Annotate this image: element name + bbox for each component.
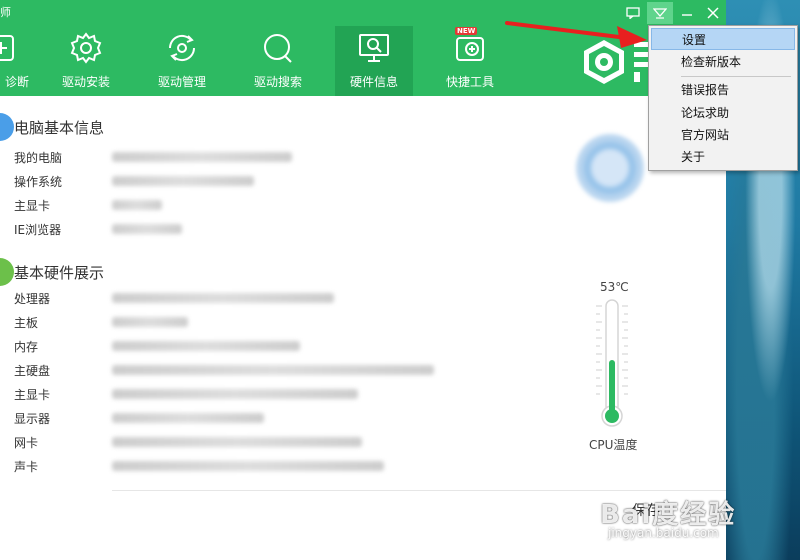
hw-row: 声卡: [14, 459, 39, 474]
menu-item-check-update[interactable]: 检查新版本: [651, 50, 795, 72]
hw-row: 主显卡: [14, 387, 51, 402]
blurred-value: [112, 317, 188, 327]
tab-label: 诊断: [4, 75, 29, 89]
plus-box-icon: [0, 30, 19, 66]
blurred-value: [112, 341, 300, 351]
tab-driver-manage[interactable]: 驱动管理: [143, 26, 221, 96]
tab-label: 硬件信息: [349, 75, 398, 89]
section-title: 基本硬件展示: [14, 263, 105, 282]
menu-item-settings[interactable]: 设置: [651, 28, 795, 50]
blurred-value: [112, 152, 292, 162]
close-icon: [707, 7, 719, 19]
gear-icon: [68, 30, 104, 66]
hw-row: 主板: [14, 315, 39, 330]
tab-label: 快捷工具: [445, 75, 494, 89]
blurred-value: [112, 224, 182, 234]
blurred-value: [112, 365, 434, 375]
minimize-button[interactable]: [674, 2, 700, 24]
hw-row: 主硬盘: [14, 363, 51, 378]
watermark-url: jingyan.baidu.com: [608, 526, 719, 540]
menu-item-about[interactable]: 关于: [651, 145, 795, 167]
cpu-temp-value: 53℃: [600, 280, 629, 294]
section-pc-info: 电脑基本信息: [0, 113, 104, 141]
menu-item-official-site[interactable]: 官方网站: [651, 123, 795, 145]
brand-logo-blurred: [576, 134, 644, 202]
blurred-value: [112, 293, 334, 303]
blurred-value: [112, 389, 358, 399]
section-hardware: 基本硬件展示: [0, 258, 104, 286]
tab-driver-install[interactable]: 驱动安装: [47, 26, 125, 96]
menu-item-forum-help[interactable]: 论坛求助: [651, 101, 795, 123]
search-icon: [260, 30, 296, 66]
hw-row: 网卡: [14, 435, 39, 450]
tab-hardware-info[interactable]: 硬件信息: [335, 26, 413, 96]
menu-separator: [681, 76, 791, 77]
minimize-icon: [682, 14, 692, 16]
info-row: 我的电脑: [14, 150, 63, 165]
hw-row: 处理器: [14, 291, 51, 306]
watermark: Bai度经验 jingyan.baidu.com: [600, 494, 800, 560]
section-marker-icon: [0, 113, 14, 141]
tab-diagnose[interactable]: 诊断: [0, 26, 40, 96]
info-row: 主显卡: [14, 198, 51, 213]
close-button[interactable]: [700, 2, 726, 24]
chevron-down-icon: [653, 8, 667, 19]
thermometer-icon: [596, 299, 628, 427]
app-title: 师: [0, 6, 11, 19]
hw-row: 内存: [14, 339, 39, 354]
section-marker-icon: [0, 258, 14, 286]
menu-item-error-report[interactable]: 错误报告: [651, 78, 795, 100]
tab-label: 驱动管理: [157, 75, 206, 89]
app-window: 师 诊断 驱动安装 驱动管理 驱动搜索 硬件信息 NEW 快捷工具 电脑基本信息…: [0, 0, 726, 560]
tab-driver-search[interactable]: 驱动搜索: [239, 26, 317, 96]
toolbox-icon: NEW: [452, 27, 488, 66]
menu-dropdown-button[interactable]: [647, 2, 673, 24]
tab-label: 驱动安装: [61, 75, 110, 89]
blurred-value: [112, 413, 264, 423]
hw-row: 显示器: [14, 411, 51, 426]
blurred-value: [112, 176, 254, 186]
monitor-search-icon: [356, 30, 392, 66]
tab-label: 驱动搜索: [253, 75, 302, 89]
cpu-temp-label: CPU温度: [589, 438, 638, 452]
title-bar: 师 诊断 驱动安装 驱动管理 驱动搜索 硬件信息 NEW 快捷工具: [0, 0, 726, 96]
tab-quick-tools[interactable]: NEW 快捷工具: [431, 26, 509, 96]
new-badge: NEW: [455, 27, 478, 35]
annotation-arrow-icon: [505, 21, 647, 48]
section-title: 电脑基本信息: [14, 118, 105, 137]
info-row: IE浏览器: [14, 222, 62, 237]
settings-dropdown-menu: 设置 检查新版本 错误报告 论坛求助 官方网站 关于: [648, 25, 798, 171]
info-row: 操作系统: [14, 174, 63, 189]
divider: [112, 490, 726, 491]
blurred-value: [112, 461, 384, 471]
blurred-value: [112, 437, 362, 447]
blurred-value: [112, 200, 162, 210]
refresh-gear-icon: [164, 30, 200, 66]
